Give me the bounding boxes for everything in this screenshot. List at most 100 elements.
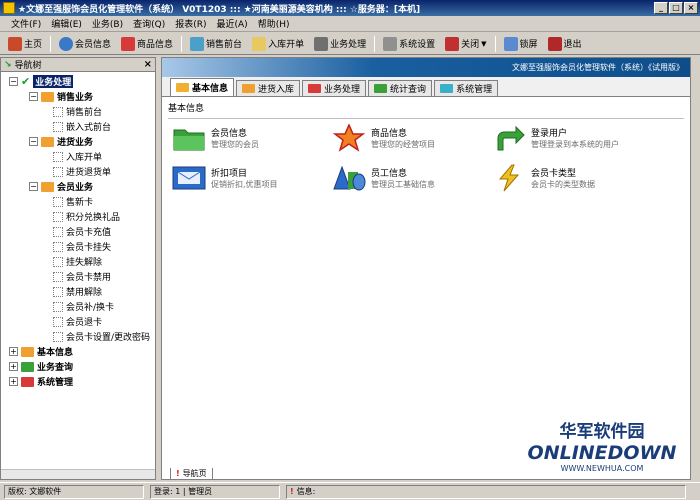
- menu-file[interactable]: 文件(F): [8, 16, 44, 31]
- product-info-item[interactable]: 商品信息 管理您的经营项目: [332, 124, 492, 152]
- business-button[interactable]: 业务处理: [310, 35, 370, 53]
- tree-item[interactable]: 会员卡禁用: [1, 269, 155, 284]
- menu-business[interactable]: 业务(B): [89, 16, 126, 31]
- tree-item[interactable]: 禁用解除: [1, 284, 155, 299]
- tree-item-label: 禁用解除: [66, 288, 103, 298]
- collapse-icon[interactable]: −: [29, 182, 38, 191]
- exit-button[interactable]: 退出: [544, 35, 586, 53]
- tree-item[interactable]: 挂失解除: [1, 254, 155, 269]
- tree-group-basic-info[interactable]: + 基本信息: [1, 344, 155, 359]
- status-login: 登录: 1 | 管理员: [150, 484, 280, 499]
- tree-item[interactable]: 会员卡充值: [1, 224, 155, 239]
- chevron-down-icon: ▼: [481, 39, 487, 48]
- login-user-item[interactable]: 登录用户 管理登录到本系统的用户: [492, 124, 652, 152]
- tree-item[interactable]: 入库开单: [1, 149, 155, 164]
- tree-group-business-query[interactable]: + 业务查询: [1, 359, 155, 374]
- toolbar-separator: [50, 35, 52, 52]
- tree-item[interactable]: 会员卡挂失: [1, 239, 155, 254]
- home-button[interactable]: 主页: [4, 35, 46, 53]
- member-info-button[interactable]: 会员信息: [55, 35, 115, 53]
- tree-item[interactable]: 售新卡: [1, 194, 155, 209]
- tab-label: 基本信息: [192, 84, 229, 94]
- tree-group-system-management[interactable]: + 系统管理: [1, 374, 155, 389]
- member-info-item[interactable]: 会员信息 管理您的会员: [172, 124, 332, 152]
- toolbar: 主页 会员信息 商品信息 销售前台 入库开单 业务处理 系统设置 关闭 ▼ 锁屏…: [0, 33, 700, 55]
- tab-system[interactable]: 系统管理: [434, 80, 499, 96]
- tree-item-label: 会员卡充值: [66, 228, 112, 238]
- document-icon: [53, 256, 63, 267]
- tree-group-label: 进货业务: [57, 138, 94, 148]
- card-type-item[interactable]: 会员卡类型 会员卡的类型数据: [492, 164, 652, 192]
- tree-item[interactable]: 会员退卡: [1, 314, 155, 329]
- item-text: 会员卡类型 会员卡的类型数据: [531, 166, 595, 190]
- tree-item[interactable]: 会员卡设置/更改密码: [1, 329, 155, 344]
- expand-icon[interactable]: +: [9, 347, 18, 356]
- tree-root[interactable]: − ✔ 业务处理: [1, 74, 155, 89]
- menu-recent[interactable]: 最近(A): [214, 16, 251, 31]
- tab-statistics[interactable]: 统计查询: [368, 80, 433, 96]
- collapse-icon[interactable]: −: [29, 137, 38, 146]
- tree-group-member[interactable]: − 会员业务: [1, 179, 155, 194]
- expand-icon[interactable]: +: [9, 362, 18, 371]
- tree-group-sales[interactable]: − 销售业务: [1, 89, 155, 104]
- collapse-icon[interactable]: −: [29, 92, 38, 101]
- document-icon: [53, 196, 63, 207]
- menu-help[interactable]: 帮助(H): [255, 16, 293, 31]
- item-text: 会员信息 管理您的会员: [211, 126, 259, 150]
- tab-bar: 基本信息 进货入库 业务处理 统计查询 系统管理: [162, 77, 690, 97]
- tree-item-label: 挂失解除: [66, 258, 103, 268]
- collapse-icon[interactable]: −: [9, 77, 18, 86]
- product-info-label: 商品信息: [137, 40, 174, 50]
- menu-bar: 文件(F) 编辑(E) 业务(B) 查询(Q) 报表(R) 最近(A) 帮助(H…: [0, 16, 700, 32]
- menu-report[interactable]: 报表(R): [172, 16, 209, 31]
- tree-group-label: 销售业务: [57, 93, 94, 103]
- close-button[interactable]: 关闭 ▼: [441, 35, 490, 53]
- maximize-button[interactable]: □: [669, 2, 683, 14]
- employee-info-item[interactable]: 员工信息 管理员工基础信息: [332, 164, 492, 192]
- lock-button[interactable]: 锁屏: [500, 35, 542, 53]
- settings-button[interactable]: 系统设置: [379, 35, 439, 53]
- folder-icon: [21, 376, 34, 387]
- close-window-button[interactable]: ×: [684, 2, 698, 14]
- banner: 文娜至强服饰会员化管理软件（系统）《试用版》: [162, 58, 690, 77]
- close-icon[interactable]: ×: [144, 59, 152, 70]
- home-icon: [8, 36, 22, 51]
- document-icon: [53, 331, 63, 342]
- item-text: 员工信息 管理员工基础信息: [371, 166, 435, 190]
- horizontal-scrollbar[interactable]: [1, 469, 155, 479]
- sales-counter-button[interactable]: 销售前台: [186, 35, 246, 53]
- watermark: 华军软件园 ONLINEDOWN WWW.NEWHUA.COM: [522, 417, 682, 473]
- title-bar: ★文娜至强服饰会员化管理软件（系统） V0T1203 ::: ★河南美丽源美容机…: [0, 0, 700, 16]
- tree-item[interactable]: 会员补/换卡: [1, 299, 155, 314]
- menu-edit[interactable]: 编辑(E): [48, 16, 85, 31]
- tree-group-label: 业务查询: [37, 363, 74, 373]
- app-icon: [3, 2, 15, 14]
- minimize-button[interactable]: _: [654, 2, 668, 14]
- tree-item[interactable]: 进货退货单: [1, 164, 155, 179]
- item-text: 登录用户 管理登录到本系统的用户: [531, 126, 619, 150]
- tree-group-purchase[interactable]: − 进货业务: [1, 134, 155, 149]
- settings-label: 系统设置: [399, 40, 436, 50]
- tab-business[interactable]: 业务处理: [302, 80, 367, 96]
- tree-item[interactable]: 嵌入式前台: [1, 119, 155, 134]
- tab-stock-in[interactable]: 进货入库: [236, 80, 301, 96]
- product-info-button[interactable]: 商品信息: [117, 35, 177, 53]
- expand-icon[interactable]: +: [9, 377, 18, 386]
- lightning-icon: [498, 164, 520, 192]
- window-controls: _ □ ×: [654, 2, 698, 14]
- tree-item[interactable]: 积分兑换礼品: [1, 209, 155, 224]
- flag-icon: !: [290, 487, 294, 496]
- tree-item[interactable]: 销售前台: [1, 104, 155, 119]
- tree-item-label: 嵌入式前台: [66, 123, 112, 133]
- item-desc: 管理员工基础信息: [371, 180, 435, 189]
- menu-query[interactable]: 查询(Q): [130, 16, 168, 31]
- discount-item[interactable]: 折扣项目 促销折扣,优惠项目: [172, 164, 332, 192]
- tab-basic-info[interactable]: 基本信息: [170, 78, 235, 96]
- nav-page-tab[interactable]: ! 导航页: [170, 468, 213, 480]
- document-icon: [53, 211, 63, 222]
- close-label: 关闭: [461, 40, 480, 50]
- envelope-icon: [172, 166, 206, 190]
- item-text: 折扣项目 促销折扣,优惠项目: [211, 166, 278, 190]
- stock-in-button[interactable]: 入库开单: [248, 35, 308, 53]
- document-icon: [53, 301, 63, 312]
